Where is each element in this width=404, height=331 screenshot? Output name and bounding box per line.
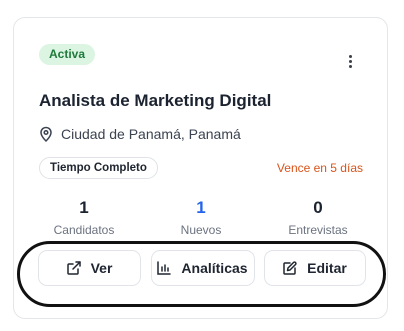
expiry-text: Vence en 5 días — [276, 161, 363, 175]
job-title: Analista de Marketing Digital — [39, 91, 272, 110]
stat-label: Nuevos — [180, 223, 222, 237]
more-vertical-icon — [348, 54, 352, 58]
external-link-icon — [66, 261, 81, 275]
edit-label: Editar — [307, 260, 347, 276]
bar-chart-icon — [157, 261, 172, 275]
stat-label: Candidatos — [53, 223, 115, 237]
stat-value: 0 — [313, 198, 323, 217]
edit-button[interactable]: Editar — [264, 250, 366, 286]
status-badge: Activa — [39, 44, 96, 65]
location-label: Ciudad de Panamá, Panamá — [61, 126, 241, 142]
stats-row: 1 Candidatos 1 Nuevos 0 Entrevistas — [26, 198, 376, 237]
action-buttons: Ver Analíticas Editar — [14, 250, 389, 286]
stat-new: 1 Nuevos — [143, 198, 259, 237]
stat-interviews: 0 Entrevistas — [260, 198, 376, 237]
view-button[interactable]: Ver — [38, 250, 141, 286]
job-type-badge: Tiempo Completo — [39, 157, 158, 179]
stat-value: 1 — [79, 198, 89, 217]
map-pin-icon — [40, 126, 52, 142]
analytics-button[interactable]: Analíticas — [150, 250, 255, 286]
stat-value: 1 — [196, 198, 206, 217]
stat-label: Entrevistas — [288, 223, 348, 237]
analytics-label: Analíticas — [181, 260, 248, 276]
view-label: Ver — [90, 260, 113, 276]
job-location: Ciudad de Panamá, Panamá — [39, 126, 241, 142]
stat-candidates: 1 Candidatos — [26, 198, 142, 237]
edit-square-icon — [283, 261, 297, 275]
more-options-button[interactable] — [342, 50, 358, 72]
job-card: Activa Analista de Marketing Digital Ciu… — [13, 17, 388, 319]
